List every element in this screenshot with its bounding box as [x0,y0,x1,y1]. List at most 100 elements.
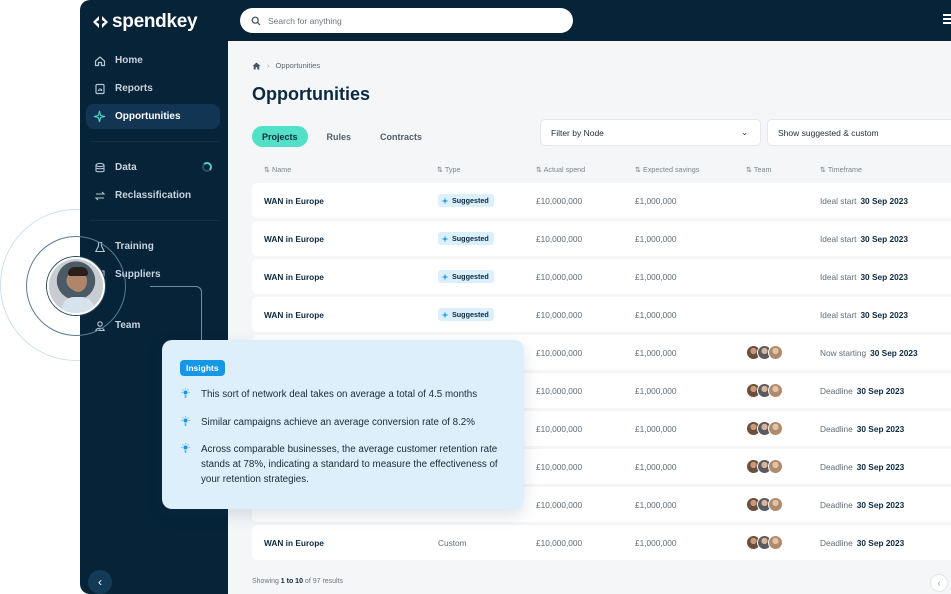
collapse-sidebar-button[interactable]: ‹ [88,570,112,594]
column-header-expected-savings[interactable]: ⇅ Expected savings [635,165,699,174]
actual-spend-value: £10,000,000 [536,424,583,434]
actual-spend-value: £10,000,000 [536,272,583,282]
timeframe-label: Deadline [820,386,853,396]
column-header-name[interactable]: ⇅ Name [264,165,291,174]
column-header-timeframe[interactable]: ⇅ Timeframe [820,165,862,174]
main-content: › Opportunities Opportunities Projects R… [228,41,951,594]
team-avatars[interactable] [746,345,783,360]
timeframe-label: Ideal start [820,196,857,206]
show-mode-select[interactable]: Show suggested & custom [767,119,951,146]
table-row[interactable]: WAN in Europe Custom £10,000,000 £1,000,000… [252,525,951,560]
expected-savings-value: £1,000,000 [635,196,677,206]
type-label: Custom [438,538,467,548]
insight-text: Similar campaigns achieve an average con… [201,417,475,428]
column-header-label: Actual spend [543,165,586,174]
brand-logo[interactable]: spendkey [92,11,198,33]
timeframe-label: Ideal start [820,310,857,320]
breadcrumb-separator-icon: › [267,61,270,70]
timeframe-date: 30 Sep 2023 [856,424,905,434]
actual-spend-value: £10,000,000 [536,196,583,206]
pagination-range: 1 to 10 [280,578,303,585]
sidebar-item-reclassification[interactable]: Reclassification [86,183,220,208]
search-bar[interactable] [240,8,573,33]
team-avatars[interactable] [746,459,783,474]
lightbulb-icon [180,442,191,487]
insight-text: Across comparable businesses, the averag… [201,444,498,485]
previous-page-button[interactable]: ‹ [930,574,948,592]
table-row[interactable]: WAN in Europe Suggested £10,000,000 £1,000,… [252,221,951,256]
expected-savings-value: £1,000,000 [635,310,677,320]
team-avatars[interactable] [746,421,783,436]
sidebar-item-home[interactable]: Home [86,48,220,73]
timeframe-date: 30 Sep 2023 [856,462,905,472]
hamburger-menu-icon[interactable] [943,14,951,24]
sparkle-icon [441,311,449,318]
timeframe: Now starting 30 Sep 2023 [820,348,918,358]
column-header-actual-spend[interactable]: ⇅ Actual spend [536,165,585,174]
project-name-link[interactable]: WAN in Europe [264,234,324,244]
insight-item: Across comparable businesses, the averag… [180,442,510,487]
project-name-link[interactable]: WAN in Europe [264,310,324,320]
chevron-left-icon: ‹ [937,578,941,588]
sidebar-item-label: Opportunities [115,111,181,122]
avatar [768,459,783,474]
breadcrumb-current: Opportunities [275,61,321,70]
sidebar-item-reports[interactable]: Reports [86,76,220,101]
timeframe: Deadline 30 Sep 2023 [820,386,904,396]
actual-spend-value: £10,000,000 [536,500,583,510]
sidebar-divider [90,141,220,142]
swap-icon [93,189,106,202]
column-header-label: Team [753,165,772,174]
avatar [768,345,783,360]
type-badge: Suggested [438,232,494,245]
column-header-label: Type [444,165,461,174]
timeframe: Ideal start 30 Sep 2023 [820,272,908,282]
project-name-link[interactable]: WAN in Europe [264,538,324,548]
project-name-link[interactable]: WAN in Europe [264,272,324,282]
expected-savings-value: £1,000,000 [635,234,677,244]
chevron-down-icon: ⌄ [741,128,748,137]
type-badge-label: Suggested [452,310,489,319]
expected-savings-value: £1,000,000 [635,500,677,510]
timeframe-label: Deadline [820,500,853,510]
column-header-type[interactable]: ⇅ Type [437,165,460,174]
sidebar-item-label: Reports [115,83,153,94]
pagination-summary: Showing 1 to 10 of 97 results [252,578,343,585]
actual-spend-value: £10,000,000 [536,538,583,548]
home-icon[interactable] [252,62,261,70]
project-name-link[interactable]: WAN in Europe [264,196,324,206]
timeframe-date: 30 Sep 2023 [856,538,905,548]
expected-savings-value: £1,000,000 [635,538,677,548]
actual-spend-value: £10,000,000 [536,310,583,320]
tab-projects[interactable]: Projects [252,126,308,147]
pagination-suffix: of 97 results [302,578,344,585]
table-row[interactable]: WAN in Europe Suggested £10,000,000 £1,000,… [252,183,951,218]
expected-savings-value: £1,000,000 [635,348,677,358]
tab-rules[interactable]: Rules [317,126,362,147]
timeframe-label: Deadline [820,538,853,548]
column-header-team[interactable]: ⇅ Team [746,165,771,174]
timeframe: Ideal start 30 Sep 2023 [820,196,908,206]
table-row[interactable]: WAN in Europe Suggested £10,000,000 £1,000,… [252,297,951,332]
sidebar-item-opportunities[interactable]: Opportunities [86,104,220,129]
timeframe-label: Ideal start [820,234,857,244]
team-avatars[interactable] [746,383,783,398]
sidebar-item-data[interactable]: Data [86,155,220,180]
timeframe-date: 30 Sep 2023 [860,196,908,206]
sparkle-icon [93,110,106,123]
sparkle-icon [441,235,449,242]
table-row[interactable]: WAN in Europe Suggested £10,000,000 £1,000,… [252,259,951,294]
filter-node-select[interactable]: Filter by Node ⌄ [540,119,761,146]
insight-text: This sort of network deal takes on avera… [201,389,478,400]
timeframe: Deadline 30 Sep 2023 [820,538,904,548]
search-input[interactable] [268,15,548,26]
type-badge: Suggested [438,270,494,283]
sidebar-item-label: Reclassification [115,190,192,201]
timeframe-date: 30 Sep 2023 [856,386,905,396]
tab-contracts[interactable]: Contracts [370,126,432,147]
team-avatars[interactable] [746,535,783,550]
team-avatars[interactable] [746,497,783,512]
sidebar-divider [90,220,220,221]
pagination-prefix: Showing [252,578,281,585]
insights-badge: Insights [180,360,225,376]
